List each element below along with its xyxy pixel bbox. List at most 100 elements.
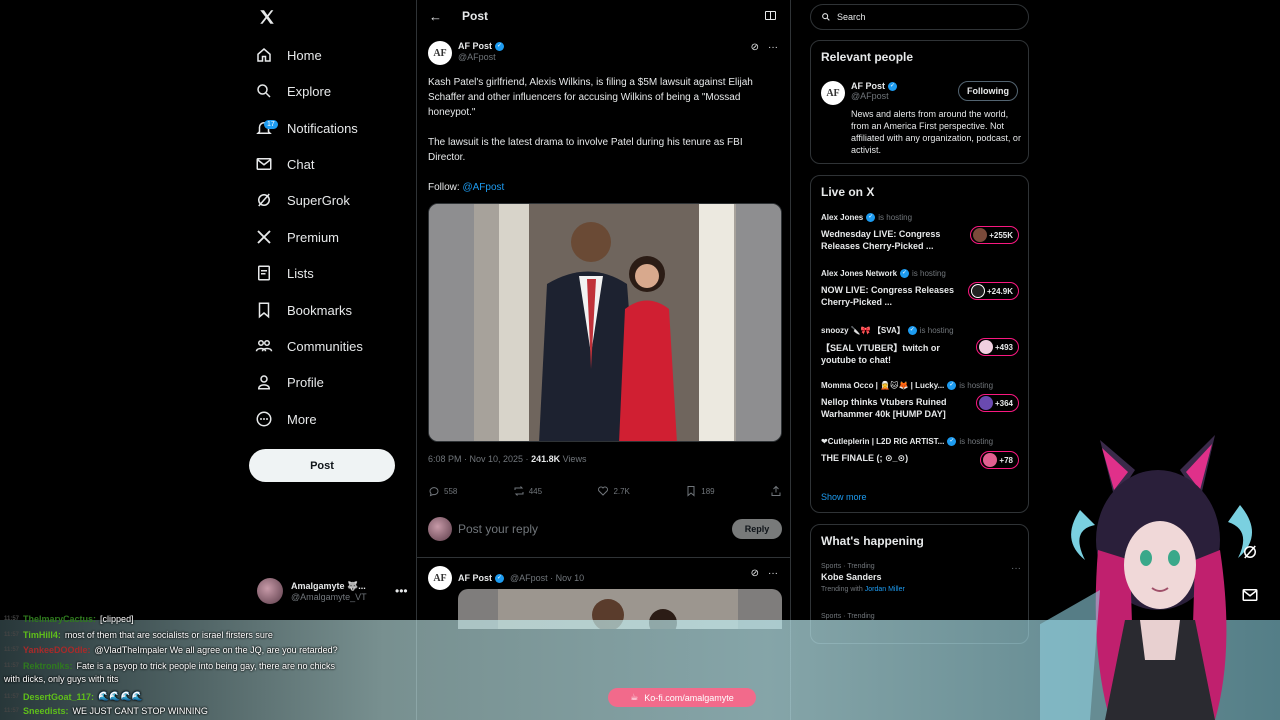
author-handle[interactable]: @AFpost: [458, 52, 504, 62]
reader-mode-icon[interactable]: [765, 11, 776, 20]
trend-subtitle: Trending with Jordan Miller: [821, 586, 1021, 593]
more-dots-icon[interactable]: •••: [395, 584, 408, 598]
following-button[interactable]: Following: [958, 81, 1018, 101]
reply-action[interactable]: 558: [428, 485, 457, 497]
page-title: Post: [462, 9, 489, 23]
post-timestamp[interactable]: 6:08 PM · Nov 10, 2025 ·: [428, 454, 531, 464]
chat-time: 11:57: [4, 647, 20, 653]
live-host-name: ❤Cutleplerin | L2D RIG ARTIST...: [821, 437, 945, 446]
post-photo[interactable]: [428, 203, 782, 442]
trend-category: Sports · Trending: [821, 563, 875, 570]
live-host-name: Alex Jones Network: [821, 269, 898, 278]
avatar: [973, 228, 988, 242]
nav-item-bookmarks[interactable]: Bookmarks: [255, 295, 352, 325]
show-more-link[interactable]: Show more: [821, 492, 867, 502]
nav-item-communities[interactable]: Communities: [255, 331, 363, 361]
more-dots-icon[interactable]: ···: [768, 568, 778, 579]
avatar[interactable]: AF: [428, 41, 452, 65]
chat-message: 11:57 Sneedists: WE JUST CANT STOP WINNING: [4, 706, 208, 716]
share-action[interactable]: [770, 485, 782, 497]
share-icon: [771, 485, 781, 496]
reply-button[interactable]: Reply: [732, 519, 782, 539]
verified-badge-icon: ✓: [495, 573, 505, 583]
follow-prefix: Follow:: [428, 182, 463, 193]
grok-icon[interactable]: [1237, 539, 1263, 565]
like-count: 2.7K: [613, 486, 630, 496]
nav-label: More: [287, 411, 317, 427]
grok-icon[interactable]: ⊘: [751, 42, 759, 53]
post-actions: 558 445 2.7K 189: [428, 485, 782, 497]
post-text-paragraph-2: The lawsuit is the latest drama to invol…: [428, 137, 743, 163]
nav-label: Explore: [287, 83, 332, 99]
more-dots-icon[interactable]: ···: [1011, 563, 1021, 574]
chat-text: [clipped]: [100, 614, 134, 624]
live-item[interactable]: Alex Jones Network ✓ is hosting NOW LIVE: …: [821, 269, 1019, 308]
heart-icon: [598, 486, 609, 496]
chat-user: Sneedists:: [23, 706, 69, 716]
next-post-author[interactable]: AF AF Post ✓ @AFpost · Nov 10: [428, 566, 584, 590]
live-item[interactable]: Momma Occo | 🧝🐱🦊 | Lucky... ✓ is hosting N…: [821, 381, 1019, 420]
nav-item-explore[interactable]: Explore: [255, 76, 331, 106]
kofi-banner: ☕ Ko-fi.com/amalgamyte: [608, 688, 756, 707]
avatar: [970, 284, 985, 298]
verified-badge-icon: ✓: [947, 381, 957, 390]
notification-badge: 17: [264, 120, 278, 129]
avatar: [978, 396, 993, 410]
nav-item-notifications[interactable]: 17 Notifications: [255, 113, 358, 143]
count-text: +78: [999, 455, 1013, 465]
trend-link[interactable]: Jordan Miller: [865, 586, 905, 593]
nav-item-home[interactable]: Home: [255, 40, 322, 70]
person-name[interactable]: AF Post: [851, 81, 885, 91]
avatar: [983, 453, 998, 467]
live-host-name: snoozy 🔪🎀 【SVA】: [821, 326, 905, 335]
repost-action[interactable]: 445: [513, 485, 542, 497]
live-title: NOW LIVE: Congress Releases Cherry-Picke…: [821, 285, 955, 307]
chat-user: Rektronlks:: [23, 661, 73, 671]
account-handle: @Amalgamyte_VT: [291, 591, 367, 602]
relevant-person[interactable]: AF AF Post ✓ @AFpost: [821, 81, 898, 105]
hosting-label: is hosting: [912, 269, 946, 278]
trend-item[interactable]: Sports · Trending Kobe Sanders Trending …: [821, 563, 1021, 593]
hosting-label: is hosting: [878, 213, 913, 222]
nav-item-supergrok[interactable]: SuperGrok: [255, 185, 350, 215]
card-title: Relevant people: [821, 50, 914, 64]
nav-label: Communities: [287, 338, 363, 354]
mention-link[interactable]: @AFpost: [462, 182, 504, 193]
post-author[interactable]: AF AF Post ✓ @AFpost: [428, 41, 505, 65]
count-text: +493: [994, 342, 1013, 352]
kofi-label: Ko-fi.com/amalgamyte: [644, 692, 734, 703]
search-input[interactable]: Search: [810, 4, 1029, 30]
avatar[interactable]: AF: [821, 81, 845, 105]
nav-item-chat[interactable]: Chat: [255, 149, 314, 179]
live-item[interactable]: snoozy 🔪🎀 【SVA】 ✓ is hosting 【SEAL VTUBER】…: [821, 325, 1019, 366]
person-handle[interactable]: @AFpost: [851, 91, 897, 101]
trend-item[interactable]: Sports · Trending: [821, 613, 1021, 620]
account-switcher[interactable]: Amalgamyte 🐺... @Amalgamyte_VT •••: [257, 578, 408, 604]
nav-item-premium[interactable]: Premium: [255, 222, 339, 252]
like-action[interactable]: 2.7K: [597, 485, 630, 497]
live-item[interactable]: ❤Cutleplerin | L2D RIG ARTIST... ✓ is host…: [821, 437, 1019, 469]
divider: [417, 557, 790, 558]
avatar[interactable]: AF: [428, 566, 452, 590]
live-item[interactable]: Alex Jones ✓ is hosting Wednesday LIVE: Co…: [821, 213, 1019, 252]
grok-icon[interactable]: ⊘: [751, 568, 759, 579]
more-dots-icon[interactable]: ···: [768, 42, 778, 53]
post-button[interactable]: Post: [249, 449, 395, 482]
back-arrow-icon[interactable]: ←: [429, 9, 442, 24]
nav-item-more[interactable]: More: [255, 404, 317, 434]
nav-item-lists[interactable]: Lists: [255, 258, 314, 288]
list-icon: [258, 265, 270, 281]
chat-time: 11:57: [4, 708, 20, 714]
x-logo-icon[interactable]: [258, 8, 276, 26]
chat-time: 11:57: [4, 693, 20, 700]
nav-item-profile[interactable]: Profile: [255, 367, 324, 397]
reply-input[interactable]: Post your reply: [458, 522, 538, 536]
author-handle-date[interactable]: @AFpost · Nov 10: [510, 573, 584, 583]
person-bio: News and alerts from around the world, f…: [851, 109, 1021, 155]
messages-icon[interactable]: [1237, 582, 1263, 608]
bookmark-action[interactable]: 189: [685, 485, 715, 497]
chat-user: TheImaryCactus:: [23, 614, 97, 624]
grok-icon: [258, 193, 270, 207]
author-name[interactable]: AF Post: [458, 41, 492, 51]
author-name[interactable]: AF Post: [458, 573, 492, 583]
